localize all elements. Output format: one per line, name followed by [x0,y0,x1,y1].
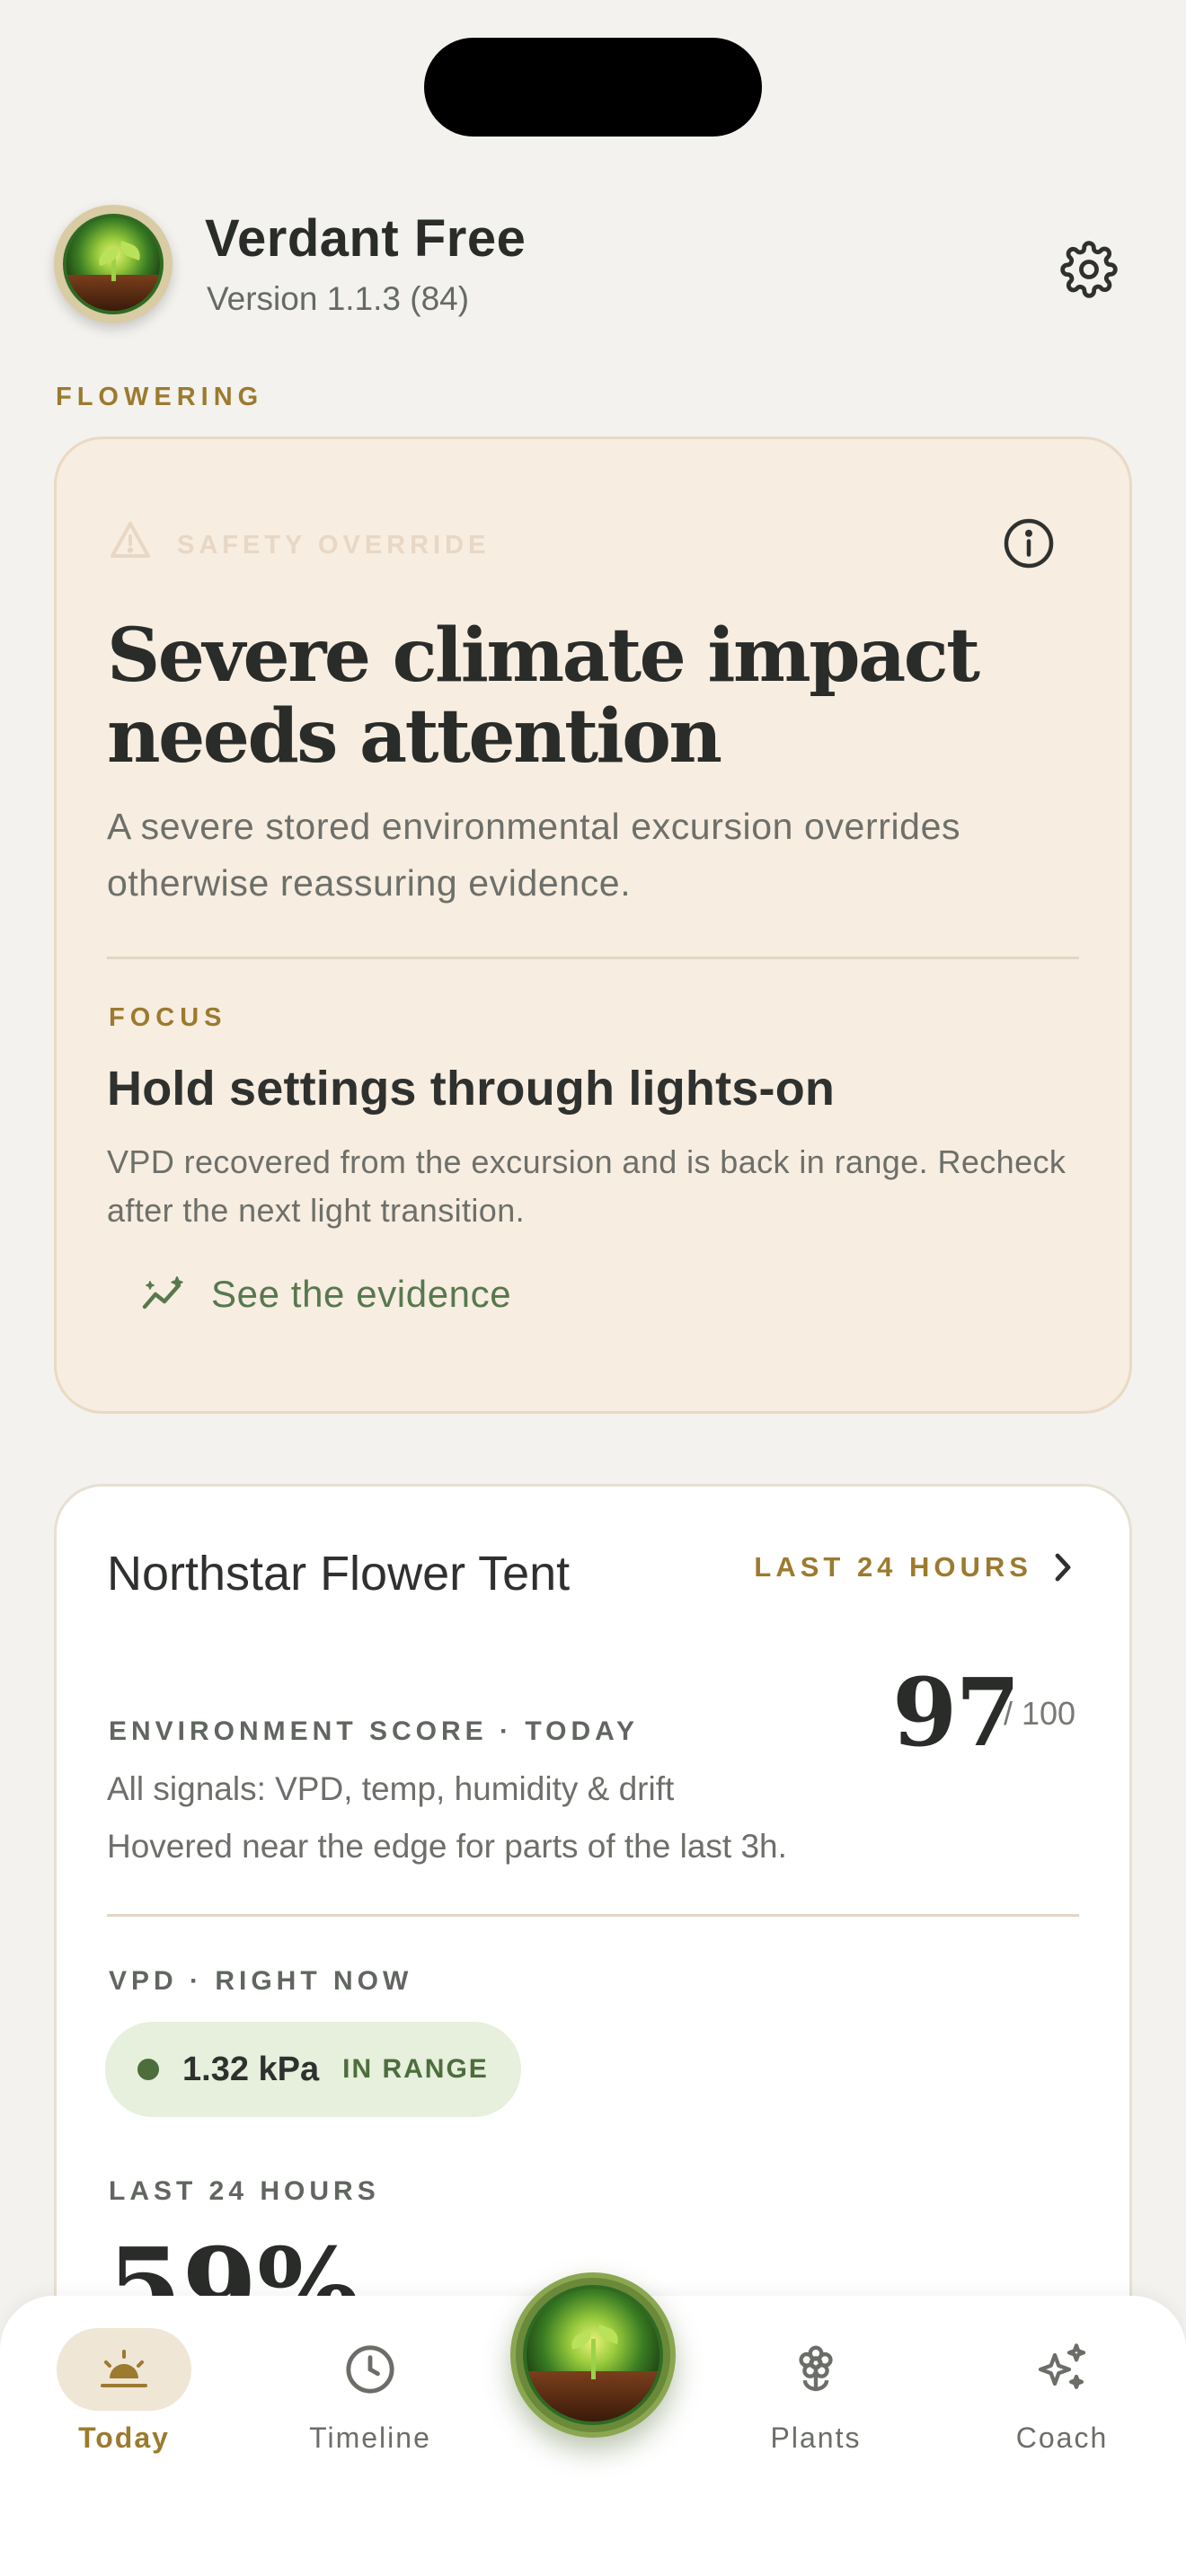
clock-icon [346,2345,394,2394]
tab-timeline-label: Timeline [309,2422,431,2454]
environment-score-value: 97 [892,1657,1021,1768]
last-24-hours-link[interactable]: LAST 24 HOURS [754,1551,1075,1584]
environment-score-max: / 100 [1004,1695,1076,1732]
range-link-label: LAST 24 HOURS [754,1551,1032,1583]
tab-plants-label: Plants [770,2422,862,2454]
card-divider [107,957,1079,959]
app-title: Verdant Free [205,209,527,268]
info-icon[interactable] [1002,516,1056,570]
vpd-status: IN RANGE [342,2054,489,2084]
sparkles-icon [1038,2343,1086,2389]
alert-summary: A severe stored environmental excursion … [107,806,961,904]
environment-score-label: ENVIRONMENT SCORE · TODAY [109,1716,640,1746]
focus-label: FOCUS [109,1003,227,1032]
vpd-label: VPD · RIGHT NOW [109,1966,413,1996]
status-dot [137,2059,159,2080]
tab-coach-label: Coach [1015,2422,1109,2454]
tab-today[interactable]: Today [16,2328,232,2481]
flower-icon [799,2345,833,2392]
last-24-hours-label: LAST 24 HOURS [109,2176,380,2206]
override-label: SAFETY OVERRIDE [177,531,491,560]
app-version: Version 1.1.3 (84) [207,280,470,317]
sunrise-icon [101,2350,147,2387]
see-evidence-link[interactable]: See the evidence [141,1267,511,1321]
app-logo [54,205,173,323]
center-logo-button[interactable] [510,2272,676,2438]
stage-label: FLOWERING [56,383,264,411]
environment-signals: All signals: VPD, temp, humidity & drift [107,1770,675,1807]
settings-button[interactable] [1055,235,1123,304]
gear-icon [1060,241,1118,298]
environment-note: Hovered near the edge for parts of the l… [107,1828,787,1865]
tab-plants[interactable]: Plants [708,2328,924,2481]
vpd-status-pill: 1.32 kPa IN RANGE [105,2022,521,2117]
see-evidence-label: See the evidence [211,1273,512,1315]
tab-today-label: Today [78,2422,170,2454]
tent-divider [107,1914,1079,1917]
safety-override-card: SAFETY OVERRIDE Severe climate impact ne… [54,437,1132,1414]
focus-title: Hold settings through lights-on [107,1062,836,1116]
trend-chart-icon [142,1276,183,1310]
focus-body: VPD recovered from the excursion and is … [107,1143,1067,1229]
app-logo-icon [523,2285,663,2425]
tab-coach[interactable]: Coach [954,2328,1170,2481]
tab-timeline[interactable]: Timeline [262,2328,478,2481]
warning-icon [111,522,150,558]
tent-title: Northstar Flower Tent [107,1547,571,1601]
dynamic-island [424,38,762,137]
vpd-value: 1.32 kPa [182,2050,320,2088]
alert-headline: Severe climate impact needs attention [107,613,980,780]
chevron-right-icon [1055,1553,1071,1582]
